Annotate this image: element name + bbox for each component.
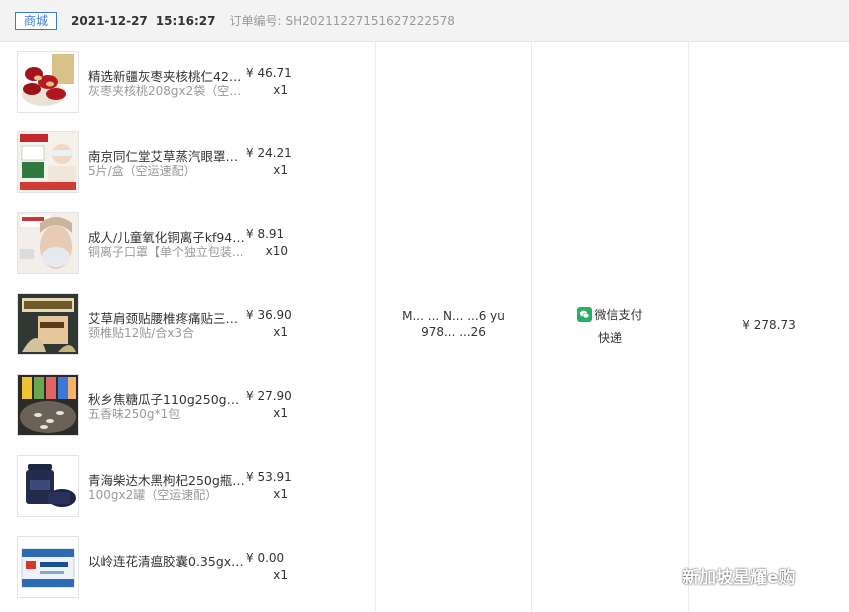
buyer-phone: 978... ...26	[421, 325, 486, 339]
item-quantity: x1	[273, 325, 288, 339]
item-price: ¥ 36.90	[246, 308, 292, 322]
order-item: 青海柴达木黑枸杞250g瓶装... 100gx2罐（空运速配） ¥ 53.91 …	[0, 446, 375, 526]
item-price: ¥ 27.90	[246, 389, 292, 403]
item-price: ¥ 8.91	[246, 227, 285, 241]
order-item: 以岭连花清瘟胶囊0.35gx24... ¥ 0.00 x1	[0, 527, 375, 607]
order-date: 2021-12-27	[71, 13, 148, 28]
order-time: 15:16:27	[155, 13, 216, 28]
item-spec: 100gx2罐（空运速配）	[88, 488, 218, 502]
order-number-label: 订单编号:	[229, 14, 282, 28]
item-price: ¥ 46.71	[246, 66, 292, 80]
item-price: ¥ 24.21	[246, 146, 292, 160]
buyer-name: M... ... N... ...6 yu	[402, 309, 505, 323]
steam-eye-mask-image[interactable]	[17, 131, 79, 193]
item-quantity: x1	[273, 163, 288, 177]
medicine-box-image[interactable]	[17, 536, 79, 598]
item-quantity: x1	[273, 568, 288, 582]
item-name[interactable]: 以岭连花清瘟胶囊0.35gx24...	[88, 551, 248, 570]
wechat-official-account-icon	[641, 563, 674, 587]
black-goji-jar-image[interactable]	[17, 455, 79, 517]
item-spec: 灰枣夹核桃208gx2袋（空运...	[88, 84, 248, 98]
payment-info: 微信支付 快递	[532, 306, 688, 346]
order-item: 成人/儿童氧化铜离子kf94灭... 铜离子口罩【单个独立包装... ¥ 8.9…	[0, 203, 375, 283]
watermark-text: 新加坡星耀e购	[682, 567, 796, 588]
order-item: 南京同仁堂艾草蒸汽眼罩发... 5片/盒（空运速配） ¥ 24.21 x1	[0, 122, 375, 202]
order-number[interactable]: SH20211227151627222578	[286, 14, 455, 28]
store-type-badge: 商城	[15, 11, 58, 30]
item-price: ¥ 53.91	[246, 470, 292, 484]
order-header: 商城 2021-12-27 15:16:27 订单编号: SH202112271…	[0, 0, 849, 42]
item-spec: 5片/盒（空运速配）	[88, 164, 196, 178]
order-item: 秋乡焦糖瓜子110g250g散... 五香味250g*1包 ¥ 27.90 x1	[0, 365, 375, 445]
face-mask-image[interactable]	[17, 212, 79, 274]
mugwort-patch-image[interactable]	[17, 293, 79, 355]
sunflower-seeds-image[interactable]	[17, 374, 79, 436]
item-quantity: x1	[273, 487, 288, 501]
item-quantity: x1	[273, 83, 288, 97]
wechat-icon	[577, 307, 593, 322]
item-quantity: x1	[273, 406, 288, 420]
item-spec: 五香味250g*1包	[88, 407, 181, 421]
payment-method: 微信支付	[594, 308, 643, 322]
item-price: ¥ 0.00	[246, 551, 285, 565]
item-spec: 铜离子口罩【单个独立包装...	[88, 245, 244, 259]
item-spec: 颈椎贴12贴/合x3合	[88, 326, 195, 340]
red-date-walnut-image[interactable]	[17, 51, 79, 113]
buyer-info: M... ... N... ...6 yu 978... ...26	[376, 308, 531, 340]
item-quantity: x10	[265, 244, 288, 258]
order-total: ¥ 278.73	[742, 318, 796, 332]
order-item: 艾草肩颈贴腰椎疼痛贴三伏... 颈椎贴12贴/合x3合 ¥ 36.90 x1	[0, 284, 375, 364]
watermark: 新加坡星耀e购	[640, 562, 796, 588]
order-body: 精选新疆灰枣夹核桃仁420g... 灰枣夹核桃208gx2袋（空运... ¥ 4…	[0, 42, 849, 612]
shipping-method: 快递	[597, 331, 622, 345]
order-item: 精选新疆灰枣夹核桃仁420g... 灰枣夹核桃208gx2袋（空运... ¥ 4…	[0, 42, 375, 122]
